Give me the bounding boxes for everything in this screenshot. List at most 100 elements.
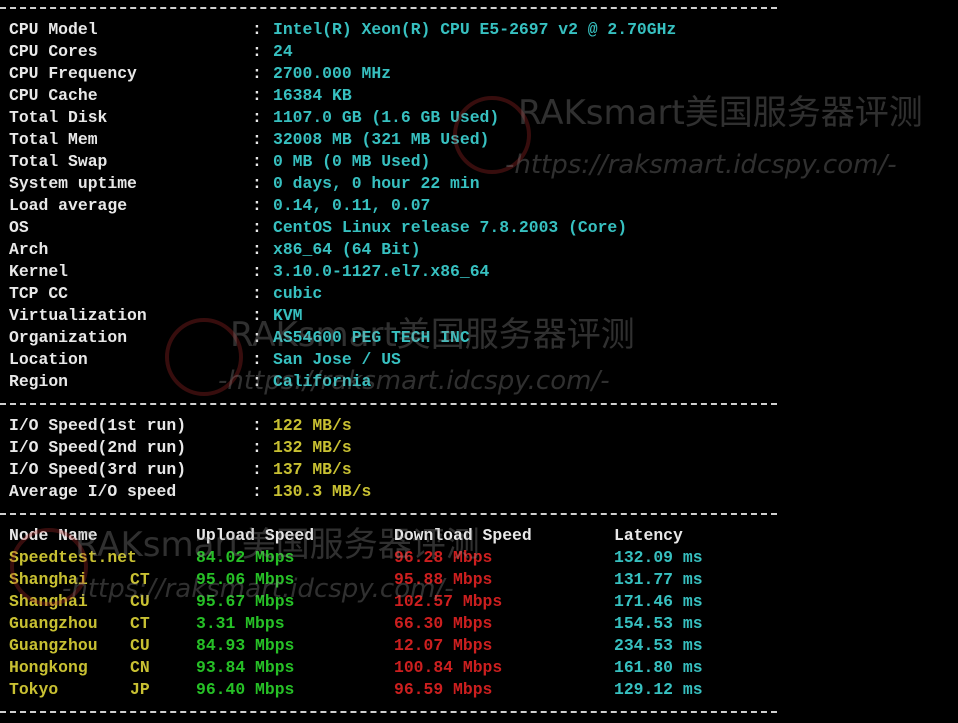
system-info-row: Total Mem:32008 MB (321 MB Used) [9,129,958,151]
header-node-name: Node Name [9,526,98,545]
info-value: 0 MB (0 MB Used) [273,152,431,171]
upload-speed: 95.06 Mbps [196,570,295,589]
node-name: Hongkong [9,658,88,677]
download-speed: 96.59 Mbps [394,680,493,699]
info-key: Virtualization [9,306,147,325]
colon-separator: : [252,174,262,193]
upload-speed: 93.84 Mbps [196,658,295,677]
info-value: CentOS Linux release 7.8.2003 (Core) [273,218,628,237]
download-speed: 66.30 Mbps [394,614,493,633]
download-speed: 95.88 Mbps [394,570,493,589]
info-value: KVM [273,306,303,325]
info-key: Region [9,372,69,391]
speedtest-row: Tokyo JP 96.40 Mbps 96.59 Mbps 129.12 ms [9,679,958,701]
colon-separator: : [252,108,262,127]
upload-speed: 84.93 Mbps [196,636,295,655]
node-name: Speedtest.net [9,548,137,567]
node-name: Tokyo [9,680,59,699]
terminal-output: CPU Model: Intel(R) Xeon(R) CPU E5-2697 v… [0,0,958,723]
info-key: Total Disk [9,108,108,127]
node-isp: CT [130,614,150,633]
info-value: 32008 MB (321 MB Used) [273,130,490,149]
separator-line [0,503,958,525]
system-info-row: OS: CentOS Linux release 7.8.2003 (Core) [9,217,958,239]
io-value: 132 MB/s [273,438,352,457]
info-key: CPU Frequency [9,64,137,83]
io-value: 137 MB/s [273,460,352,479]
info-value: Intel(R) Xeon(R) CPU E5-2697 v2 @ 2.70GH… [273,20,677,39]
colon-separator: : [252,130,262,149]
system-info-row: Load average:0.14, 0.11, 0.07 [9,195,958,217]
system-info-row: CPU Cache:16384 KB [9,85,958,107]
colon-separator: : [252,460,262,479]
info-key: Total Swap [9,152,108,171]
latency-value: 161.80 ms [614,658,703,677]
info-value: cubic [273,284,323,303]
upload-speed: 96.40 Mbps [196,680,295,699]
colon-separator: : [252,438,262,457]
download-speed: 96.28 Mbps [394,548,493,567]
speedtest-row: Shanghai CT 95.06 Mbps 95.88 Mbps 131.77 ms [9,569,958,591]
upload-speed: 95.67 Mbps [196,592,295,611]
io-speed-row: Average I/O speed:130.3 MB/s [9,481,958,503]
colon-separator: : [252,416,262,435]
speedtest-row: Guangzhou CU 84.93 Mbps 12.07 Mbps 234.53 ms [9,635,958,657]
speedtest-section: Speedtest.net 84.02 Mbps 96.28 Mbps 132.09 … [9,547,958,701]
info-key: TCP CC [9,284,69,303]
info-key: CPU Model [9,20,98,39]
system-info-row: Virtualization: KVM [9,305,958,327]
colon-separator: : [252,152,262,171]
colon-separator: : [252,64,262,83]
separator-line [0,0,958,19]
system-info-row: Kernel:3.10.0-1127.el7.x86_64 [9,261,958,283]
io-value: 130.3 MB/s [273,482,372,501]
io-speed-section: I/O Speed(1st run):122 MB/s I/O Speed(2nd… [9,415,958,503]
separator-line [0,701,958,723]
colon-separator: : [252,240,262,259]
node-isp: CN [130,658,150,677]
system-info-row: Arch: x86_64 (64 Bit) [9,239,958,261]
speedtest-row: Speedtest.net 84.02 Mbps 96.28 Mbps 132.09 … [9,547,958,569]
system-info-row: CPU Model: Intel(R) Xeon(R) CPU E5-2697 v… [9,19,958,41]
info-value: 24 [273,42,293,61]
info-key: Location [9,350,88,369]
latency-value: 132.09 ms [614,548,703,567]
colon-separator: : [252,42,262,61]
latency-value: 171.46 ms [614,592,703,611]
system-info-row: CPU Frequency:2700.000 MHz [9,63,958,85]
system-info-row: TCP CC: cubic [9,283,958,305]
node-name: Shanghai [9,570,88,589]
info-key: Kernel [9,262,69,281]
colon-separator: : [252,262,262,281]
colon-separator: : [252,328,262,347]
speedtest-header-row: Node Name Upload Speed Download Speed La… [9,525,958,547]
io-value: 122 MB/s [273,416,352,435]
colon-separator: : [252,284,262,303]
node-name: Guangzhou [9,614,98,633]
latency-value: 234.53 ms [614,636,703,655]
system-info-row: CPU Cores:24 [9,41,958,63]
latency-value: 154.53 ms [614,614,703,633]
latency-value: 131.77 ms [614,570,703,589]
system-info-row: Location: San Jose / US [9,349,958,371]
info-value: 16384 KB [273,86,352,105]
colon-separator: : [252,306,262,325]
node-name: Guangzhou [9,636,98,655]
system-info-row: Region: California [9,371,958,393]
system-info-row: Total Swap:0 MB (0 MB Used) [9,151,958,173]
separator-line [0,393,958,415]
colon-separator: : [252,482,262,501]
info-key: OS [9,218,29,237]
colon-separator: : [252,372,262,391]
io-speed-row: I/O Speed(1st run):122 MB/s [9,415,958,437]
io-key: I/O Speed(1st run) [9,416,187,435]
header-download-speed: Download Speed [394,526,532,545]
info-key: Arch [9,240,49,259]
download-speed: 102.57 Mbps [394,592,503,611]
speedtest-row: Guangzhou CT 3.31 Mbps 66.30 Mbps 154.53 ms [9,613,958,635]
info-value: San Jose / US [273,350,401,369]
colon-separator: : [252,86,262,105]
info-key: CPU Cores [9,42,98,61]
colon-separator: : [252,20,262,39]
latency-value: 129.12 ms [614,680,703,699]
